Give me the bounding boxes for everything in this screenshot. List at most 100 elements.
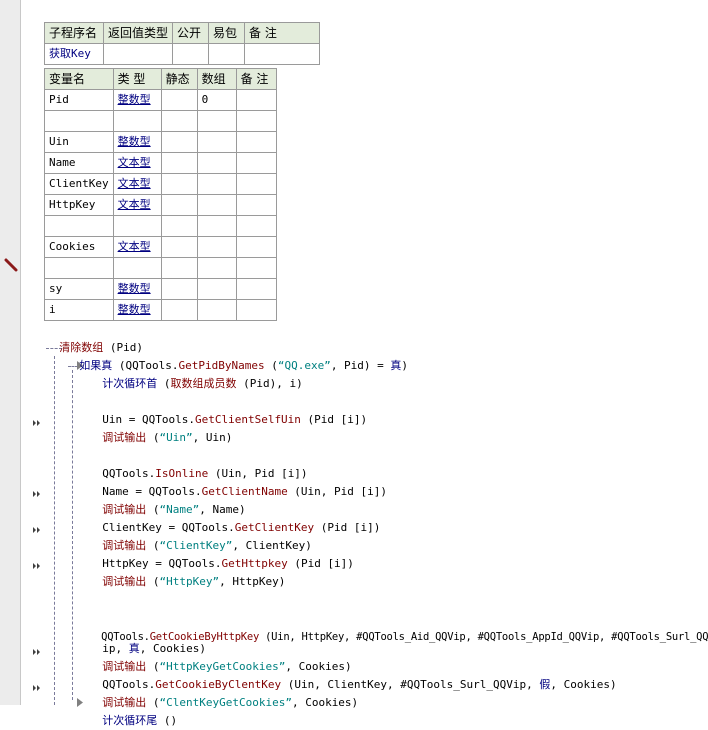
variable-row[interactable]: Name 文本型 [44, 152, 277, 174]
code-line[interactable]: 调试输出 (“Name”, Name) [89, 483, 245, 516]
code-line[interactable]: 调试输出 (“HttpKey”, HttpKey) [89, 555, 285, 588]
code-line[interactable]: 如果真 (QQTools.GetPidByNames (“QQ.exe”, Pi… [66, 339, 408, 372]
var-type-cell[interactable]: 文本型 [112, 173, 162, 195]
var-type-cell[interactable]: 文本型 [112, 194, 162, 216]
public-cell[interactable] [172, 43, 210, 65]
var-static-cell[interactable] [160, 299, 198, 321]
var-type-cell[interactable] [112, 215, 162, 237]
subroutine-row[interactable]: 获取Key [44, 43, 321, 65]
code-line[interactable]: 调试输出 (“HttpKeyGetCookies”, Cookies) [89, 640, 351, 673]
variable-row[interactable]: Uin 整数型 [44, 131, 277, 153]
code-text: , Cookies) [291, 696, 359, 709]
var-array-cell[interactable] [196, 110, 237, 132]
var-static-cell[interactable] [160, 131, 198, 153]
var-remark-cell[interactable] [235, 173, 277, 195]
var-name-cell[interactable]: Cookies [44, 236, 114, 258]
var-remark-cell[interactable] [235, 299, 277, 321]
breakpoint-marker-icon[interactable] [33, 684, 41, 692]
var-remark-cell[interactable] [235, 89, 277, 111]
var-static-cell[interactable] [160, 236, 198, 258]
var-name-cell[interactable] [44, 110, 114, 132]
var-remark-cell[interactable] [235, 152, 277, 174]
var-static-cell[interactable] [160, 215, 198, 237]
var-array-cell[interactable] [196, 215, 237, 237]
remark-cell[interactable] [244, 43, 321, 65]
variable-row[interactable]: sy 整数型 [44, 278, 277, 300]
code-line[interactable]: 计次循环尾 () [89, 694, 177, 727]
var-remark-cell[interactable] [235, 194, 277, 216]
var-array-cell[interactable] [196, 152, 237, 174]
var-name-cell[interactable] [44, 257, 114, 279]
var-static-cell[interactable] [160, 152, 198, 174]
code-line[interactable]: QQTools.IsOnline (Uin, Pid [i]) [89, 447, 307, 480]
variable-row[interactable]: i 整数型 [44, 299, 277, 321]
var-static-cell[interactable] [160, 89, 198, 111]
code-line-wrap[interactable]: ip, 真, Cookies) [89, 622, 206, 655]
var-type-cell[interactable]: 整数型 [112, 89, 162, 111]
breakpoint-marker-icon[interactable] [33, 419, 41, 427]
var-array-cell[interactable] [196, 278, 237, 300]
var-name-cell[interactable]: Name [44, 152, 114, 174]
breakpoint-marker-icon[interactable] [33, 648, 41, 656]
code-line[interactable]: 调试输出 (“Uin”, Uin) [89, 411, 232, 444]
breakpoint-marker-icon[interactable] [33, 526, 41, 534]
code-line[interactable]: 清除数组 (Pid) [46, 321, 143, 354]
var-type-cell[interactable]: 整数型 [112, 299, 162, 321]
header-cell: 静态 [160, 68, 198, 90]
var-remark-cell[interactable] [235, 131, 277, 153]
code-line[interactable]: 计次循环首 (取数组成员数 (Pid), i) [89, 357, 302, 390]
var-type-cell[interactable]: 整数型 [112, 278, 162, 300]
variable-row[interactable] [44, 215, 277, 237]
editor-gutter[interactable] [0, 0, 20, 705]
subroutine-name-cell[interactable]: 获取Key [44, 43, 104, 65]
var-array-cell[interactable] [196, 236, 237, 258]
variable-row[interactable] [44, 110, 277, 132]
var-name-cell[interactable]: HttpKey [44, 194, 114, 216]
var-array-cell[interactable] [196, 257, 237, 279]
code-line[interactable]: 调试输出 (“ClentKeyGetCookies”, Cookies) [89, 676, 358, 709]
var-array-cell[interactable]: 0 [196, 89, 237, 111]
var-static-cell[interactable] [160, 173, 198, 195]
return-type-cell[interactable] [102, 43, 174, 65]
var-remark-cell[interactable] [235, 257, 277, 279]
breakpoint-marker-icon[interactable] [33, 562, 41, 570]
variable-row[interactable]: HttpKey 文本型 [44, 194, 277, 216]
var-array-cell[interactable] [196, 194, 237, 216]
var-name-cell[interactable] [44, 215, 114, 237]
var-name-cell[interactable]: i [44, 299, 114, 321]
var-static-cell[interactable] [160, 257, 198, 279]
code-line[interactable]: Name = QQTools.GetClientName (Uin, Pid [… [89, 465, 387, 498]
code-line[interactable]: HttpKey = QQTools.GetHttpkey (Pid [i]) [89, 537, 354, 570]
var-type-cell[interactable] [112, 110, 162, 132]
var-type-cell[interactable] [112, 257, 162, 279]
var-array-cell[interactable] [196, 173, 237, 195]
var-type-cell[interactable]: 整数型 [112, 131, 162, 153]
code-line[interactable]: 调试输出 (“ClientKey”, ClientKey) [89, 519, 312, 552]
var-static-cell[interactable] [160, 278, 198, 300]
var-remark-cell[interactable] [235, 110, 277, 132]
var-remark-cell[interactable] [235, 278, 277, 300]
var-type-cell[interactable]: 文本型 [112, 152, 162, 174]
var-name-cell[interactable]: ClientKey [44, 173, 114, 195]
var-name-cell[interactable]: sy [44, 278, 114, 300]
variable-row[interactable]: ClientKey 文本型 [44, 173, 277, 195]
code-line[interactable]: Uin = QQTools.GetClientSelfUin (Pid [i]) [89, 393, 367, 426]
header-cell: 备 注 [244, 22, 321, 44]
code-line[interactable]: ClientKey = QQTools.GetClientKey (Pid [i… [89, 501, 380, 534]
var-name-cell[interactable]: Pid [44, 89, 114, 111]
var-type-cell[interactable]: 文本型 [112, 236, 162, 258]
var-name-cell[interactable]: Uin [44, 131, 114, 153]
variable-row[interactable] [44, 257, 277, 279]
var-array-cell[interactable] [196, 131, 237, 153]
var-static-cell[interactable] [160, 110, 198, 132]
code-line[interactable]: QQTools.GetCookieByClentKey (Uin, Client… [89, 658, 616, 691]
var-array-cell[interactable] [196, 299, 237, 321]
var-remark-cell[interactable] [235, 236, 277, 258]
breakpoint-marker-icon[interactable] [33, 490, 41, 498]
easypkg-cell[interactable] [208, 43, 246, 65]
code-text: (Pid), i) [236, 377, 303, 390]
var-remark-cell[interactable] [235, 215, 277, 237]
variable-row[interactable]: Cookies 文本型 [44, 236, 277, 258]
var-static-cell[interactable] [160, 194, 198, 216]
variable-row[interactable]: Pid 整数型 0 [44, 89, 277, 111]
